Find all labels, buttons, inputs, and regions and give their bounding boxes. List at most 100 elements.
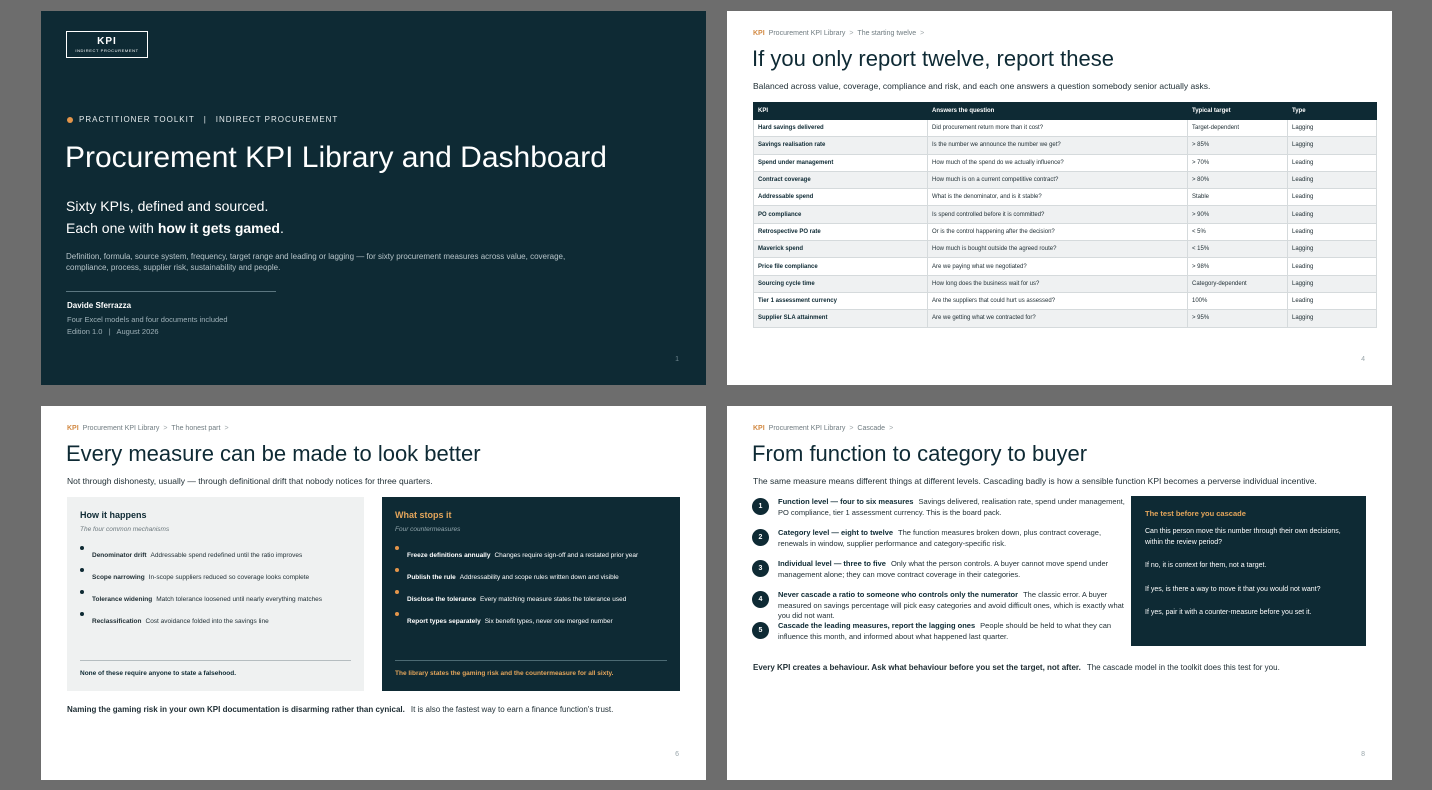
breadcrumb-kpi: KPI (753, 30, 765, 37)
breadcrumb-section: Cascade (857, 425, 886, 432)
table-cell: Lagging (1287, 136, 1377, 155)
kicker: PRACTITIONER TOOLKIT | INDIRECT PROCUREM… (67, 115, 338, 124)
list-item: Report types separately Six benefit types… (395, 610, 675, 632)
step-title: Function level — four to six measures (778, 497, 914, 506)
cascade-step: 3 Individual level — three to five Only wh… (752, 559, 1127, 590)
table-cell: > 90% (1187, 205, 1288, 224)
slide-title[interactable]: KPI INDIRECT PROCUREMENT PRACTITIONER TO… (41, 11, 706, 385)
column-header: Typical target (1187, 102, 1288, 120)
item-text: In-scope suppliers reduced so coverage l… (148, 574, 310, 581)
table-cell: > 95% (1187, 309, 1288, 328)
card-heading: How it happens (80, 510, 147, 520)
slide-subtitle: Sixty KPIs, defined and sourced. Each on… (66, 195, 284, 239)
table-cell: Lagging (1287, 240, 1377, 259)
table-cell: Lagging (1287, 274, 1377, 293)
kpi-logo: KPI INDIRECT PROCUREMENT (66, 31, 148, 58)
kicker-separator: | (203, 115, 207, 124)
table-row: Price file compliance Are we paying what … (753, 257, 1377, 276)
table-row: PO compliance Is spend controlled before … (753, 205, 1377, 224)
item-text: Changes require sign-off and a restated … (494, 552, 639, 559)
item-title: Tolerance widening (92, 596, 153, 603)
table-cell: How much is on a current competitive con… (927, 170, 1188, 190)
slide-title-heading: Procurement KPI Library and Dashboard (65, 141, 607, 174)
slide-cascade[interactable]: KPI Procurement KPI Library > Cascade > … (727, 406, 1392, 780)
kpi-name-cell: Sourcing cycle time (753, 274, 928, 293)
slide-starting-twelve[interactable]: KPI Procurement KPI Library > The starti… (727, 11, 1392, 385)
card-footer: The library states the gaming risk and t… (395, 670, 614, 677)
cascade-steps: 1 Function level — four to six measures Sa… (752, 497, 1127, 652)
table-cell: Leading (1287, 222, 1377, 242)
test-answer: If yes, pair it with a counter-measure b… (1145, 609, 1312, 616)
table-cell: Stable (1187, 188, 1288, 207)
step-title: Category level — eight to twelve (778, 528, 894, 537)
table-row: Maverick spend How much is bought outside… (753, 240, 1377, 259)
breadcrumb-separator: > (849, 30, 854, 37)
orange-dot-icon (67, 116, 73, 123)
table-cell: Leading (1287, 188, 1377, 207)
page-number: 4 (1361, 356, 1365, 363)
table-cell: How much is bought outside the agreed ro… (927, 240, 1188, 259)
logo-text: KPI (97, 36, 117, 47)
kpi-name-cell: Retrospective PO rate (753, 222, 928, 242)
test-question: Can this person move this number through… (1145, 528, 1341, 546)
card-subheading: The four common mechanisms (80, 526, 170, 533)
slide-honest-part[interactable]: KPI Procurement KPI Library > The honest… (41, 406, 706, 780)
item-text: Addressability and scope rules written d… (459, 574, 619, 581)
breadcrumb: KPI Procurement KPI Library > The honest… (67, 425, 229, 432)
cascade-test-panel: The test before you cascade Can this per… (1131, 496, 1366, 646)
table-cell: 100% (1187, 291, 1288, 311)
column-header: Type (1287, 102, 1377, 120)
table-cell: Category-dependent (1187, 274, 1288, 293)
table-cell: < 15% (1187, 240, 1288, 259)
breadcrumb-library: Procurement KPI Library (768, 425, 846, 432)
item-title: Denominator drift (92, 552, 147, 559)
table-row: Spend under management How much of the sp… (753, 153, 1377, 172)
countermeasure-list: Freeze definitions annually Changes requi… (395, 544, 675, 632)
kpi-name-cell: Tier 1 assessment currency (753, 291, 928, 311)
table-cell: Are the suppliers that could hurt us ass… (927, 291, 1188, 311)
table-cell: < 5% (1187, 222, 1288, 242)
item-text: Match tolerance loosened until nearly ev… (156, 596, 323, 603)
table-cell: Lagging (1287, 309, 1377, 328)
test-answer: If yes, is there a way to move it that y… (1145, 585, 1321, 593)
page-number: 1 (675, 356, 679, 363)
list-item: Scope narrowing In-scope suppliers reduce… (80, 566, 360, 588)
subtitle-post: . (279, 220, 284, 236)
page-title: If you only report twelve, report these (752, 46, 1114, 71)
item-title: Freeze definitions annually (407, 552, 491, 559)
breadcrumb-kpi: KPI (753, 425, 765, 432)
page-title: Every measure can be made to look better (66, 441, 481, 466)
subtitle-line-1: Sixty KPIs, defined and sourced. (66, 198, 269, 214)
cascade-step: 5 Cascade the leading measures, report th… (752, 621, 1127, 652)
footer-bold: Naming the gaming risk in your own KPI d… (67, 705, 405, 714)
list-item: Tolerance widening Match tolerance loosen… (80, 588, 360, 610)
card-divider (395, 660, 667, 661)
page-title: From function to category to buyer (752, 441, 1088, 466)
slide-footer-note: Every KPI creates a behaviour. Ask what … (753, 663, 1280, 672)
step-number: 5 (752, 622, 769, 639)
kpi-name-cell: Supplier SLA attainment (753, 309, 928, 328)
test-heading: The test before you cascade (1145, 509, 1246, 518)
kpi-name-cell: PO compliance (753, 205, 928, 224)
table-cell: Or is the control happening after the de… (927, 222, 1188, 242)
table-cell: Leading (1287, 257, 1377, 276)
table-cell: How much of the spend do we actually inf… (927, 153, 1188, 172)
table-cell: > 80% (1187, 170, 1288, 190)
list-item: Freeze definitions annually Changes requi… (395, 544, 675, 566)
divider (66, 291, 276, 292)
table-cell: What is the denominator, and is it stabl… (927, 188, 1188, 207)
step-number: 1 (752, 498, 769, 515)
table-cell: Did procurement return more than it cost… (927, 118, 1188, 138)
list-item: Denominator drift Addressable spend redef… (80, 544, 360, 566)
cascade-step: 1 Function level — four to six measures Sa… (752, 497, 1127, 528)
kpi-table: KPI Answers the question Typical target … (753, 102, 1377, 328)
kpi-name-cell: Spend under management (753, 153, 928, 172)
card-subheading: Four countermeasures (395, 526, 461, 533)
edition-meta: Four Excel models and four documents inc… (67, 314, 228, 338)
item-text: Six benefit types, never one merged numb… (484, 618, 613, 625)
footer-bold: Every KPI creates a behaviour. Ask what … (753, 663, 1081, 672)
step-number: 2 (752, 529, 769, 546)
table-cell: Leading (1287, 205, 1377, 224)
test-answer: If no, it is context for them, not a tar… (1145, 562, 1267, 569)
breadcrumb-section: The honest part (171, 425, 221, 432)
